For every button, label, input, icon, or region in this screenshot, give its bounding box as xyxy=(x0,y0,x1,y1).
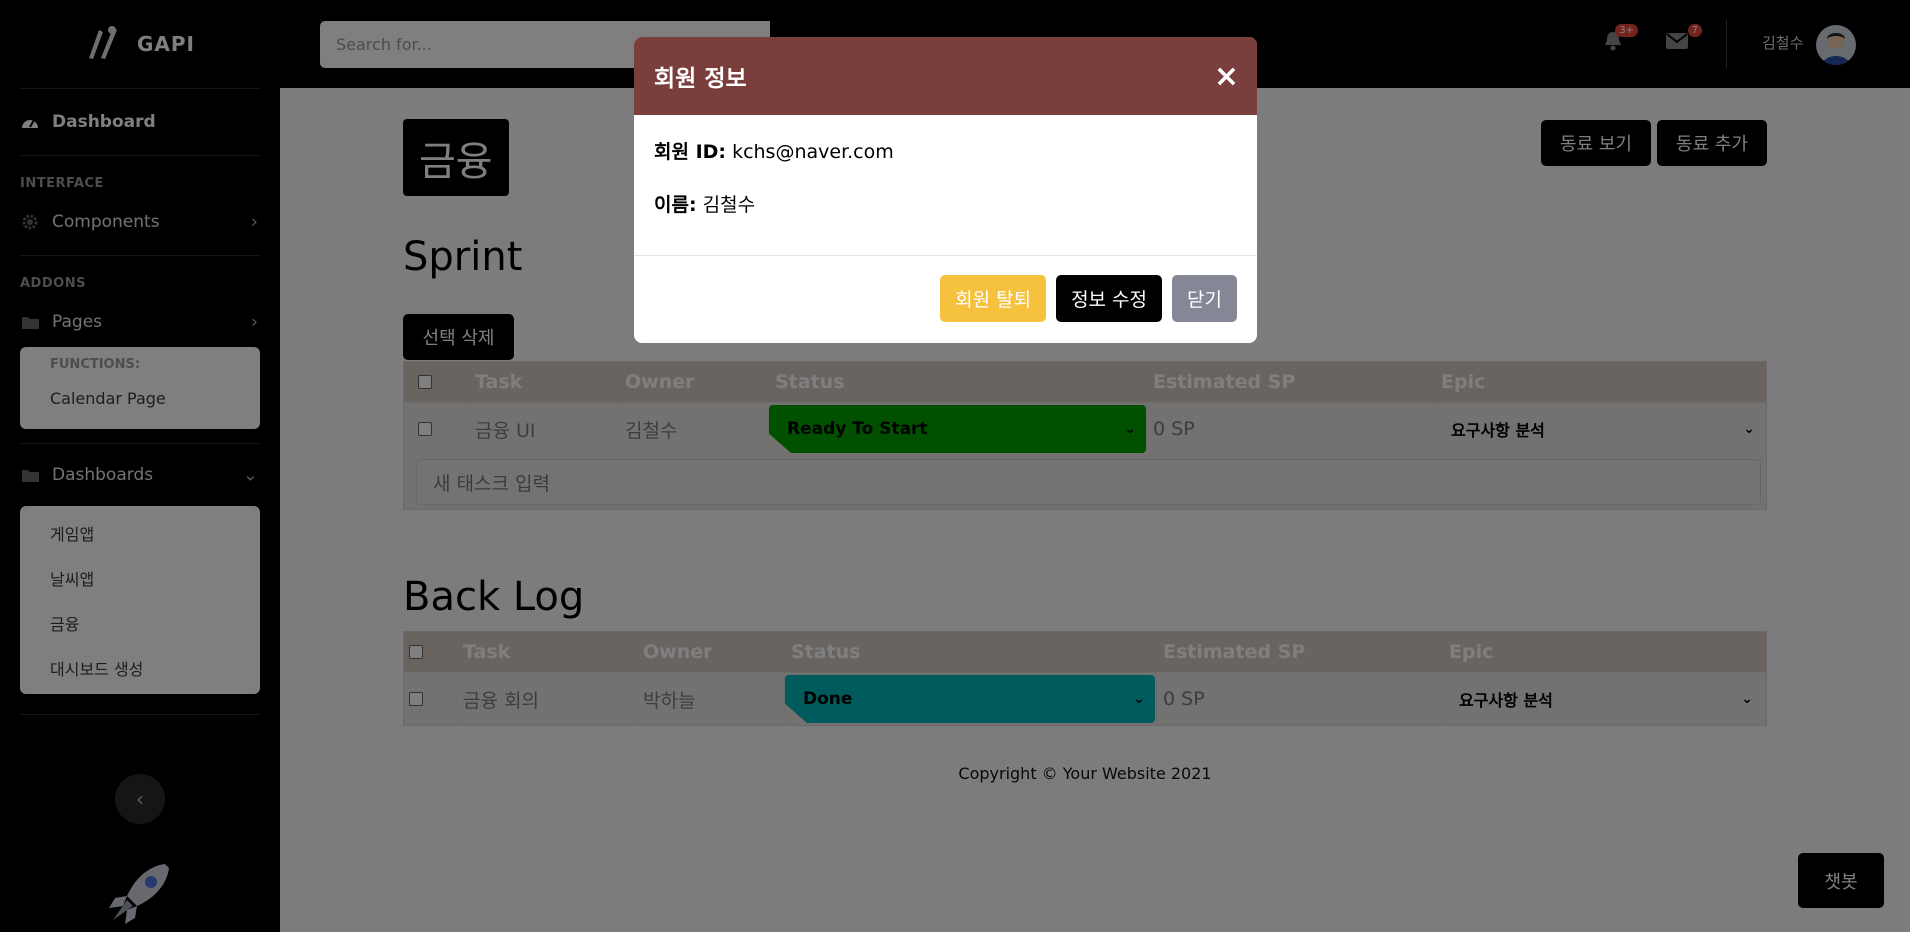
close-icon[interactable]: × xyxy=(1214,59,1239,94)
modal-header: 회원 정보 × xyxy=(634,37,1257,115)
member-id-label: 회원 ID: xyxy=(654,141,727,163)
member-name-value: 김철수 xyxy=(702,194,756,216)
modal-title: 회원 정보 xyxy=(654,66,747,92)
edit-info-button[interactable]: 정보 수정 xyxy=(1056,275,1163,322)
member-id-value: kchs@naver.com xyxy=(732,141,894,163)
modal-body: 회원 ID: kchs@naver.com 이름: 김철수 xyxy=(634,115,1257,256)
modal-footer: 회원 탈퇴 정보 수정 닫기 xyxy=(634,256,1257,341)
member-id-row: 회원 ID: kchs@naver.com xyxy=(654,137,1237,164)
member-info-modal: 회원 정보 × 회원 ID: kchs@naver.com 이름: 김철수 회원… xyxy=(634,37,1257,343)
member-name-row: 이름: 김철수 xyxy=(654,190,1237,217)
close-button[interactable]: 닫기 xyxy=(1172,275,1237,322)
member-name-label: 이름: xyxy=(654,194,697,216)
withdraw-button[interactable]: 회원 탈퇴 xyxy=(940,275,1047,322)
